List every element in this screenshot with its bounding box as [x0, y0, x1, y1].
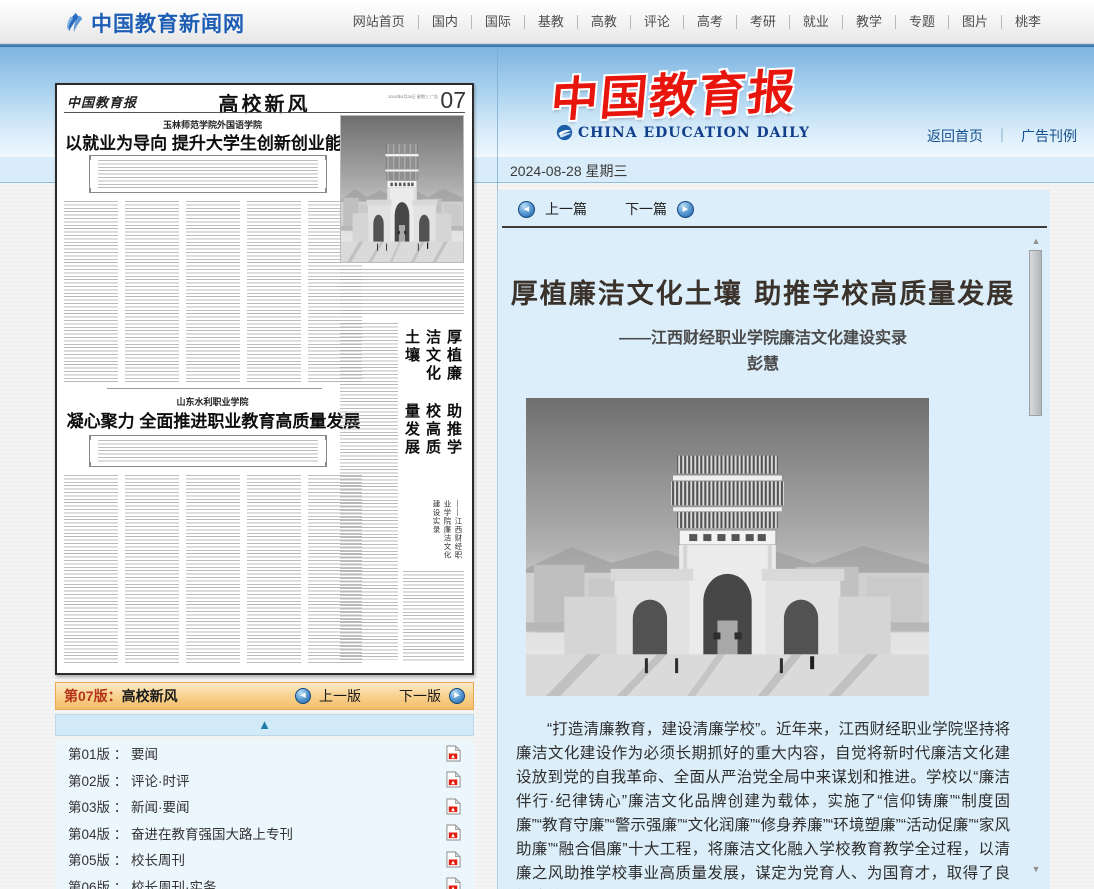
- prev-article-button[interactable]: 上一篇: [545, 199, 587, 219]
- mini-masthead: 中国教育报: [67, 92, 137, 111]
- top-nav-item[interactable]: 就业: [790, 15, 843, 29]
- article1-abstract-box: [89, 155, 327, 193]
- top-nav-item[interactable]: 图片: [949, 15, 1002, 29]
- top-nav-item[interactable]: 桃李: [1002, 15, 1054, 29]
- pdf-icon[interactable]: [446, 745, 461, 762]
- top-bar: 中国教育新闻网 网站首页国内国际基教高教评论高考考研就业教学专题图片桃李: [0, 0, 1094, 44]
- newspaper-page-thumbnail[interactable]: 高校新风 中国教育报 2024年8月28日 星期三 广告 07 玉林师范学院外国…: [55, 83, 474, 675]
- paper-brand-globe-icon: [556, 124, 573, 141]
- site-logo-icon: [64, 11, 84, 35]
- feature-vertical-headline[interactable]: 厚植廉洁文化土壤 助推学校高质量发展 ——江西财经职业学院廉洁文化建设实录: [401, 329, 464, 564]
- ad-rates-link[interactable]: 广告刊例: [1009, 126, 1089, 146]
- top-nav-item[interactable]: 高教: [578, 15, 631, 29]
- article-divider: [107, 388, 322, 389]
- article-title: 厚植廉洁文化土壤 助推学校高质量发展: [498, 272, 1028, 311]
- link-separator: ｜: [995, 126, 1009, 146]
- article-nav-rule: [502, 226, 1047, 228]
- prev-article-icon[interactable]: ◀: [518, 201, 535, 218]
- article-gate-photo: [526, 398, 929, 696]
- masthead-rule: [64, 112, 465, 113]
- mini-gate-photo: [340, 115, 464, 263]
- page-nav: ◀ 上一版 下一版 ▶: [295, 686, 465, 706]
- pdf-icon[interactable]: [446, 824, 461, 841]
- mini-photo-caption: [340, 269, 464, 315]
- feature-body-columns: [340, 323, 398, 660]
- next-article-button[interactable]: 下一篇: [625, 199, 667, 219]
- prev-page-icon[interactable]: ◀: [295, 688, 311, 704]
- top-nav-item[interactable]: 高考: [684, 15, 737, 29]
- section-list-item[interactable]: 第06版 ： 校长周刊·实务: [55, 873, 474, 889]
- article2-headline[interactable]: 凝心聚力 全面推进职业教育高质量发展: [57, 407, 376, 432]
- article2-abstract-box: [89, 435, 327, 467]
- page-label: 第07版：: [64, 686, 122, 706]
- top-nav-item[interactable]: 教学: [843, 15, 896, 29]
- page-bottom-bar: 第07版： 高校新风 ◀ 上一版 下一版 ▶: [55, 682, 474, 710]
- pdf-icon[interactable]: [446, 851, 461, 868]
- section-list-item[interactable]: 第01版 ： 要闻: [55, 740, 474, 767]
- date-text: 2024-08-28 星期三: [510, 161, 628, 181]
- collapse-triangle-icon[interactable]: ▲: [258, 717, 271, 732]
- pdf-icon[interactable]: [446, 771, 461, 788]
- article-author: 彭慧: [498, 350, 1028, 374]
- page-label-section: 高校新风: [122, 686, 178, 706]
- pdf-icon[interactable]: [446, 877, 461, 889]
- scrollbar-thumb[interactable]: [1029, 250, 1042, 416]
- collapse-strip: ▲: [55, 714, 474, 736]
- article1-headline[interactable]: 以就业为导向 提升大学生创新创业能力: [57, 129, 367, 154]
- next-page-button[interactable]: 下一版: [399, 686, 441, 706]
- article-subtitle: ——江西财经职业学院廉洁文化建设实录: [498, 324, 1028, 348]
- top-nav-item[interactable]: 基教: [525, 15, 578, 29]
- paper-brand-en: CHINA EDUCATION DAILY: [556, 124, 810, 141]
- issue-info: 2024年8月28日 星期三 广告: [358, 94, 438, 99]
- article1-body-columns: [64, 201, 362, 384]
- top-nav-item[interactable]: 评论: [631, 15, 684, 29]
- article-panel: ◀ 上一篇 下一篇 ▶ 厚植廉洁文化土壤 助推学校高质量发展 ——江西财经职业学…: [497, 190, 1050, 889]
- top-nav-item[interactable]: 国内: [419, 15, 472, 29]
- article2-body-columns: [64, 475, 362, 665]
- next-article-icon[interactable]: ▶: [677, 201, 694, 218]
- page-number: 07: [440, 87, 466, 114]
- section-list-item[interactable]: 第04版 ： 奋进在教育强国大路上专刊: [55, 820, 474, 847]
- scrollbar-up-icon[interactable]: ▲: [1029, 234, 1043, 248]
- top-nav-item[interactable]: 专题: [896, 15, 949, 29]
- section-list-item[interactable]: 第05版 ： 校长周刊: [55, 846, 474, 873]
- top-nav-item[interactable]: 网站首页: [340, 15, 419, 29]
- section-list-item[interactable]: 第03版 ： 新闻·要闻: [55, 793, 474, 820]
- feature-body-columns-2: [403, 571, 464, 661]
- paper-brand-calligraphy: 中国教育报: [548, 51, 855, 130]
- top-nav-item[interactable]: 国际: [472, 15, 525, 29]
- site-logo[interactable]: 中国教育新闻网: [64, 8, 245, 38]
- back-home-link[interactable]: 返回首页: [915, 126, 995, 146]
- section-list: 第01版 ： 要闻 第02版 ： 评论·时评 第03版 ： 新闻·要闻 第04版…: [55, 740, 474, 889]
- article-nav: ◀ 上一篇 下一篇 ▶: [518, 199, 694, 219]
- section-list-item[interactable]: 第02版 ： 评论·时评: [55, 767, 474, 794]
- prev-page-button[interactable]: 上一版: [319, 686, 361, 706]
- page: 中国教育新闻网 网站首页国内国际基教高教评论高考考研就业教学专题图片桃李 中国教…: [0, 0, 1094, 889]
- site-logo-text: 中国教育新闻网: [91, 8, 245, 38]
- next-page-icon[interactable]: ▶: [449, 688, 465, 704]
- hero-links: 返回首页 ｜ 广告刊例: [915, 126, 1089, 146]
- top-nav: 网站首页国内国际基教高教评论高考考研就业教学专题图片桃李: [340, 0, 1054, 44]
- top-nav-item[interactable]: 考研: [737, 15, 790, 29]
- pdf-icon[interactable]: [446, 798, 461, 815]
- article-body: “打造清廉教育，建设清廉学校”。近年来，江西财经职业学院坚持将廉洁文化建设作为必…: [516, 718, 1010, 889]
- scrollbar-down-icon[interactable]: ▼: [1029, 862, 1043, 876]
